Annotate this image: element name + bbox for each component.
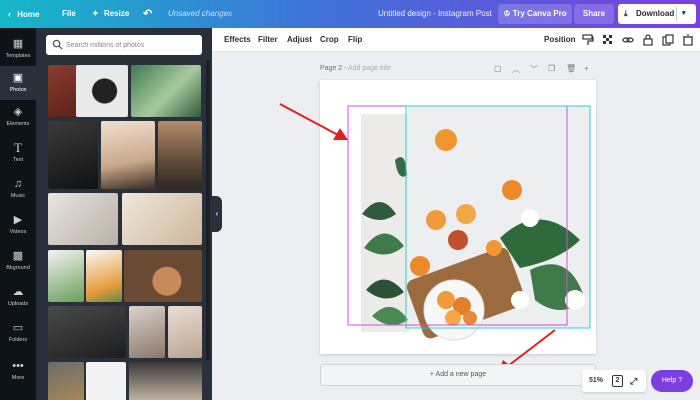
add-new-page-button[interactable]: + Add a new page [320,364,596,386]
apricot-photo[interactable] [405,106,590,341]
zoom-level[interactable]: 51% [589,370,603,392]
fullscreen-icon[interactable]: ⤢ [630,370,637,392]
canvas-overlay [279,103,591,373]
help-button[interactable]: Help ? [651,370,693,392]
zoom-controls: 51% 2 ⤢ [582,370,646,392]
page-count-badge[interactable]: 2 [612,375,623,387]
annotation-arrow [279,103,348,140]
plant-photo[interactable] [361,114,409,332]
